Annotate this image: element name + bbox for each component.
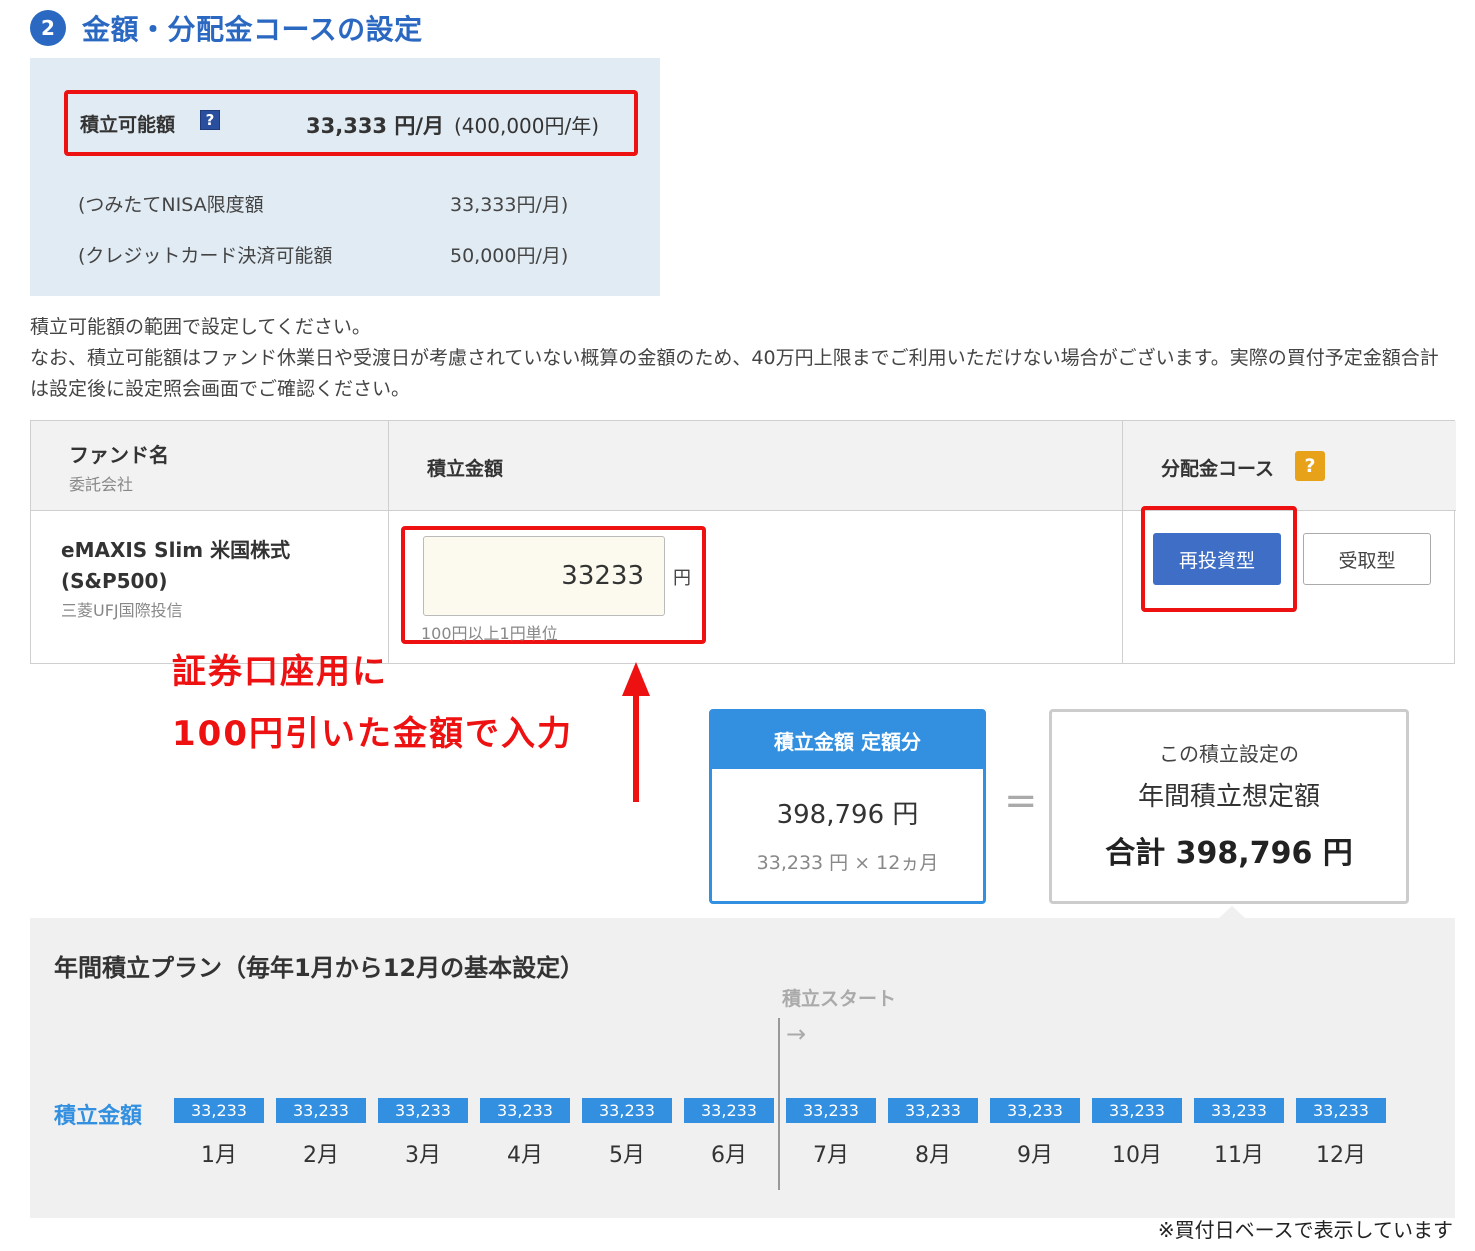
- start-arrow-icon: →: [786, 1020, 807, 1048]
- header-amount-cell: 積立金額: [389, 421, 1123, 511]
- summary-head: 積立金額 定額分: [712, 712, 983, 769]
- summary-calc: 33,233 円 × 12ヵ月: [756, 852, 939, 874]
- help-icon[interactable]: ?: [200, 110, 220, 130]
- section-title: 金額・分配金コースの設定: [82, 13, 423, 46]
- annotation-line-1: 証券口座用に: [172, 652, 388, 692]
- month-amount-bar: 33,233: [786, 1098, 876, 1123]
- equals-sign: =: [1004, 778, 1038, 824]
- month-label: 8月: [915, 1143, 951, 1168]
- month-amount-bar: 33,233: [1092, 1098, 1182, 1123]
- month-column: 33,233 4月: [480, 1098, 570, 1169]
- month-label: 12月: [1316, 1143, 1366, 1168]
- total-caption: この積立設定の: [1159, 742, 1299, 766]
- month-amount-bar: 33,233: [1194, 1098, 1284, 1123]
- summary-value: 398,796 円: [776, 800, 919, 830]
- section-header: 2 金額・分配金コースの設定: [30, 6, 423, 50]
- month-label: 11月: [1214, 1143, 1264, 1168]
- total-title: 年間積立想定額: [1137, 782, 1320, 812]
- footnote: ※買付日ベースで表示しています: [1157, 1218, 1453, 1242]
- plan-title: 年間積立プラン（毎年1月から12月の基本設定）: [54, 954, 585, 982]
- month-amount-bar: 33,233: [378, 1098, 468, 1123]
- note-line: 積立可能額の範囲で設定してください。: [30, 316, 371, 338]
- month-list: 33,233 1月 33,233 2月 33,233 3月 33,233 4月 33,233 5月…: [174, 1098, 1404, 1178]
- month-column: 33,233 3月: [378, 1098, 468, 1169]
- reinvest-button[interactable]: 再投資型: [1153, 533, 1281, 585]
- month-amount-bar: 33,233: [1296, 1098, 1386, 1123]
- month-label: 4月: [507, 1143, 543, 1168]
- nisa-limit-value: 33,333円/月): [450, 194, 569, 216]
- course-help-icon[interactable]: ?: [1295, 451, 1325, 481]
- limit-monthly-value: 33,333 円/月: [306, 114, 445, 138]
- month-label: 2月: [303, 1143, 339, 1168]
- fund-company: 三菱UFJ国際投信: [61, 601, 183, 620]
- month-label: 7月: [813, 1143, 849, 1168]
- limit-label: 積立可能額: [80, 114, 176, 136]
- annotation-line-2: 100円引いた金額で入力: [172, 714, 573, 754]
- month-label: 9月: [1017, 1143, 1053, 1168]
- amount-cell: 円 100円以上1円単位: [389, 511, 1123, 663]
- month-label: 1月: [201, 1143, 237, 1168]
- month-column: 33,233 10月: [1092, 1098, 1182, 1169]
- month-column: 33,233 9月: [990, 1098, 1080, 1169]
- month-amount-bar: 33,233: [990, 1098, 1080, 1123]
- note-line: なお、積立可能額はファンド休業日や受渡日が考慮されていない概算の金額のため、40…: [30, 347, 1439, 400]
- total-summary-box: この積立設定の 年間積立想定額 合計 398,796 円: [1049, 709, 1409, 904]
- month-label: 6月: [711, 1143, 747, 1168]
- annual-plan-panel: 年間積立プラン（毎年1月から12月の基本設定） 積立スタート → 積立金額 33…: [30, 918, 1455, 1218]
- receive-button[interactable]: 受取型: [1303, 533, 1431, 585]
- fund-cell: eMAXIS Slim 米国株式(S&P500) 三菱UFJ国際投信: [31, 511, 389, 663]
- month-amount-bar: 33,233: [480, 1098, 570, 1123]
- nisa-limit-label: (つみたてNISA限度額: [78, 194, 264, 216]
- header-fund-cell: ファンド名 委託会社: [31, 421, 389, 511]
- header-course: 分配金コース: [1161, 458, 1275, 480]
- month-column: 33,233 2月: [276, 1098, 366, 1169]
- amount-highlight-frame: 円 100円以上1円単位: [401, 526, 706, 644]
- month-column: 33,233 8月: [888, 1098, 978, 1169]
- header-course-cell: 分配金コース ?: [1123, 421, 1456, 511]
- header-fund-name: ファンド名: [69, 443, 169, 467]
- course-cell: 再投資型 受取型: [1123, 506, 1456, 663]
- fund-name: eMAXIS Slim 米国株式(S&P500): [61, 538, 291, 593]
- limit-panel: 積立可能額 ? 33,333 円/月 (400,000円/年) (つみたてNIS…: [30, 58, 660, 296]
- start-label: 積立スタート: [782, 988, 897, 1010]
- month-column: 33,233 5月: [582, 1098, 672, 1169]
- amount-unit: 円: [673, 568, 691, 589]
- plan-row-label: 積立金額: [54, 1104, 143, 1129]
- annotation-arrow-icon: [622, 662, 650, 802]
- month-label: 5月: [609, 1143, 645, 1168]
- month-column: 33,233 12月: [1296, 1098, 1386, 1169]
- month-label: 3月: [405, 1143, 441, 1168]
- month-label: 10月: [1112, 1143, 1162, 1168]
- notes: 積立可能額の範囲で設定してください。 なお、積立可能額はファンド休業日や受渡日が…: [30, 312, 1455, 405]
- month-amount-bar: 33,233: [684, 1098, 774, 1123]
- course-highlight-frame: 再投資型: [1141, 506, 1297, 612]
- total-value: 合計 398,796 円: [1105, 836, 1353, 871]
- credit-limit-label: (クレジットカード決済可能額: [78, 245, 333, 267]
- fund-table: ファンド名 委託会社 積立金額 分配金コース ? eMAXIS Slim 米国株…: [30, 420, 1456, 664]
- section-number-badge: 2: [30, 10, 66, 46]
- limit-highlight-frame: 積立可能額 ? 33,333 円/月 (400,000円/年): [64, 90, 638, 156]
- amount-hint: 100円以上1円単位: [421, 624, 558, 643]
- month-column: 33,233 11月: [1194, 1098, 1284, 1169]
- month-column: 33,233 1月: [174, 1098, 264, 1169]
- month-column: 33,233 6月: [684, 1098, 774, 1169]
- credit-limit-value: 50,000円/月): [450, 245, 569, 267]
- month-amount-bar: 33,233: [174, 1098, 264, 1123]
- month-amount-bar: 33,233: [888, 1098, 978, 1123]
- limit-yearly-value: (400,000円/年): [454, 114, 600, 138]
- month-column: 33,233 7月: [786, 1098, 876, 1169]
- month-amount-bar: 33,233: [276, 1098, 366, 1123]
- month-amount-bar: 33,233: [582, 1098, 672, 1123]
- header-company: 委託会社: [69, 475, 134, 494]
- header-amount: 積立金額: [427, 458, 504, 480]
- monthly-summary-box: 積立金額 定額分 398,796 円 33,233 円 × 12ヵ月: [709, 709, 986, 904]
- amount-input[interactable]: [423, 536, 665, 616]
